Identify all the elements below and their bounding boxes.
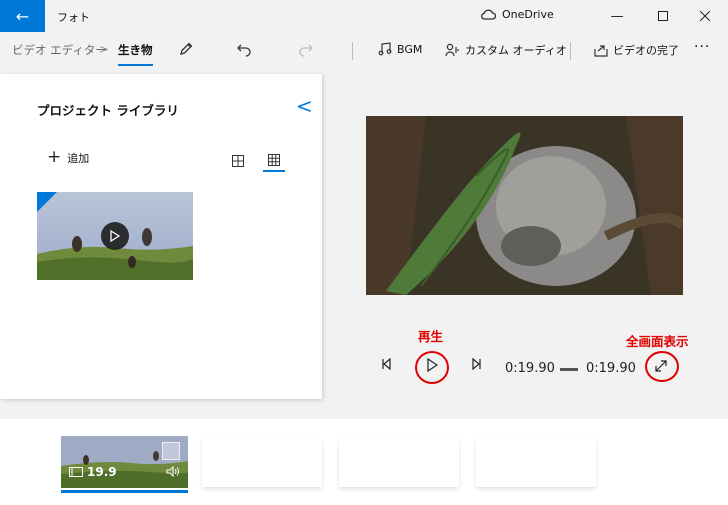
empty-storyboard-slot[interactable] (202, 439, 322, 487)
bgm-label: BGM (397, 42, 423, 56)
export-icon (594, 45, 608, 57)
add-media-button[interactable]: + 追加 (47, 149, 89, 166)
play-annotation-label: 再生 (418, 329, 444, 344)
title-bar: ← フォト OneDrive — (0, 0, 728, 32)
toolbar-divider (352, 42, 353, 60)
custom-audio-label: カスタム オーディオ (465, 44, 567, 57)
library-video-thumbnail[interactable] (37, 192, 193, 280)
previous-frame-button[interactable] (381, 357, 393, 374)
close-icon (700, 11, 710, 21)
panel-title: プロジェクト ライブラリ (37, 103, 179, 118)
more-options-button[interactable]: ··· (694, 39, 710, 55)
minimize-button[interactable]: — (594, 0, 640, 32)
music-note-icon (378, 42, 392, 56)
clip-selected-indicator (61, 490, 188, 493)
small-grid-view-button[interactable] (263, 150, 285, 172)
breadcrumb-project-name: 生き物 (118, 42, 153, 66)
storyboard-clip[interactable]: 19.9 (61, 436, 188, 488)
finish-video-button[interactable]: ビデオの完了 (594, 42, 679, 58)
maximize-icon (658, 11, 668, 21)
thumbnail-play-button[interactable] (101, 222, 129, 250)
redo-icon[interactable] (298, 41, 314, 61)
next-frame-button[interactable] (470, 357, 482, 374)
back-button[interactable]: ← (0, 0, 45, 32)
play-icon (427, 357, 439, 373)
step-forward-icon (472, 357, 481, 371)
custom-audio-button[interactable]: カスタム オーディオ (445, 42, 567, 58)
video-preview[interactable] (366, 116, 683, 295)
current-time: 0:19.90 (505, 361, 555, 376)
play-button[interactable] (426, 357, 439, 376)
step-back-icon (382, 357, 391, 371)
clip-select-checkbox[interactable] (162, 442, 180, 460)
large-grid-view-button[interactable] (227, 150, 249, 172)
empty-storyboard-slot[interactable] (476, 439, 596, 487)
more-icon: ··· (694, 39, 711, 55)
cloud-icon (481, 9, 496, 20)
expand-icon (655, 360, 667, 372)
toolbar-divider (570, 42, 571, 60)
app-title: フォト (57, 11, 90, 24)
finish-video-label: ビデオの完了 (613, 44, 679, 57)
breadcrumb-separator-icon: > (99, 42, 109, 56)
add-label: 追加 (67, 151, 90, 165)
collapse-panel-icon[interactable]: < (296, 94, 313, 118)
toolbar: ビデオ エディター > 生き物 BGM カスタム オーディオ ビデオの完了 ··… (0, 32, 728, 72)
breadcrumb-video-editor[interactable]: ビデオ エディター (12, 42, 107, 58)
plus-icon: + (47, 147, 62, 167)
undo-icon[interactable] (236, 41, 252, 61)
fullscreen-annotation-label: 全画面表示 (626, 334, 689, 349)
clip-duration-value: 19.9 (87, 465, 117, 479)
total-time: 0:19.90 (586, 361, 636, 376)
back-arrow-icon: ← (15, 6, 30, 26)
volume-icon[interactable] (166, 465, 180, 480)
large-grid-icon (232, 155, 244, 167)
rename-pencil-icon[interactable] (178, 41, 194, 61)
clip-duration-icon (69, 467, 83, 477)
maximize-button[interactable] (640, 0, 686, 32)
fullscreen-button[interactable] (654, 359, 668, 377)
empty-storyboard-slot[interactable] (339, 439, 459, 487)
project-library-panel: プロジェクト ライブラリ < + 追加 (0, 74, 322, 399)
bgm-button[interactable]: BGM (378, 42, 422, 56)
onedrive-button[interactable]: OneDrive (480, 8, 554, 21)
seek-slider[interactable] (560, 368, 578, 371)
close-button[interactable] (682, 0, 728, 32)
play-icon (110, 230, 120, 242)
clip-duration: 19.9 (69, 465, 117, 479)
koala-video-frame (366, 116, 683, 295)
selection-corner-marker (37, 192, 57, 212)
custom-audio-icon (445, 43, 459, 57)
small-grid-icon (268, 154, 280, 166)
onedrive-label: OneDrive (502, 8, 554, 21)
minimize-icon: — (610, 8, 624, 24)
